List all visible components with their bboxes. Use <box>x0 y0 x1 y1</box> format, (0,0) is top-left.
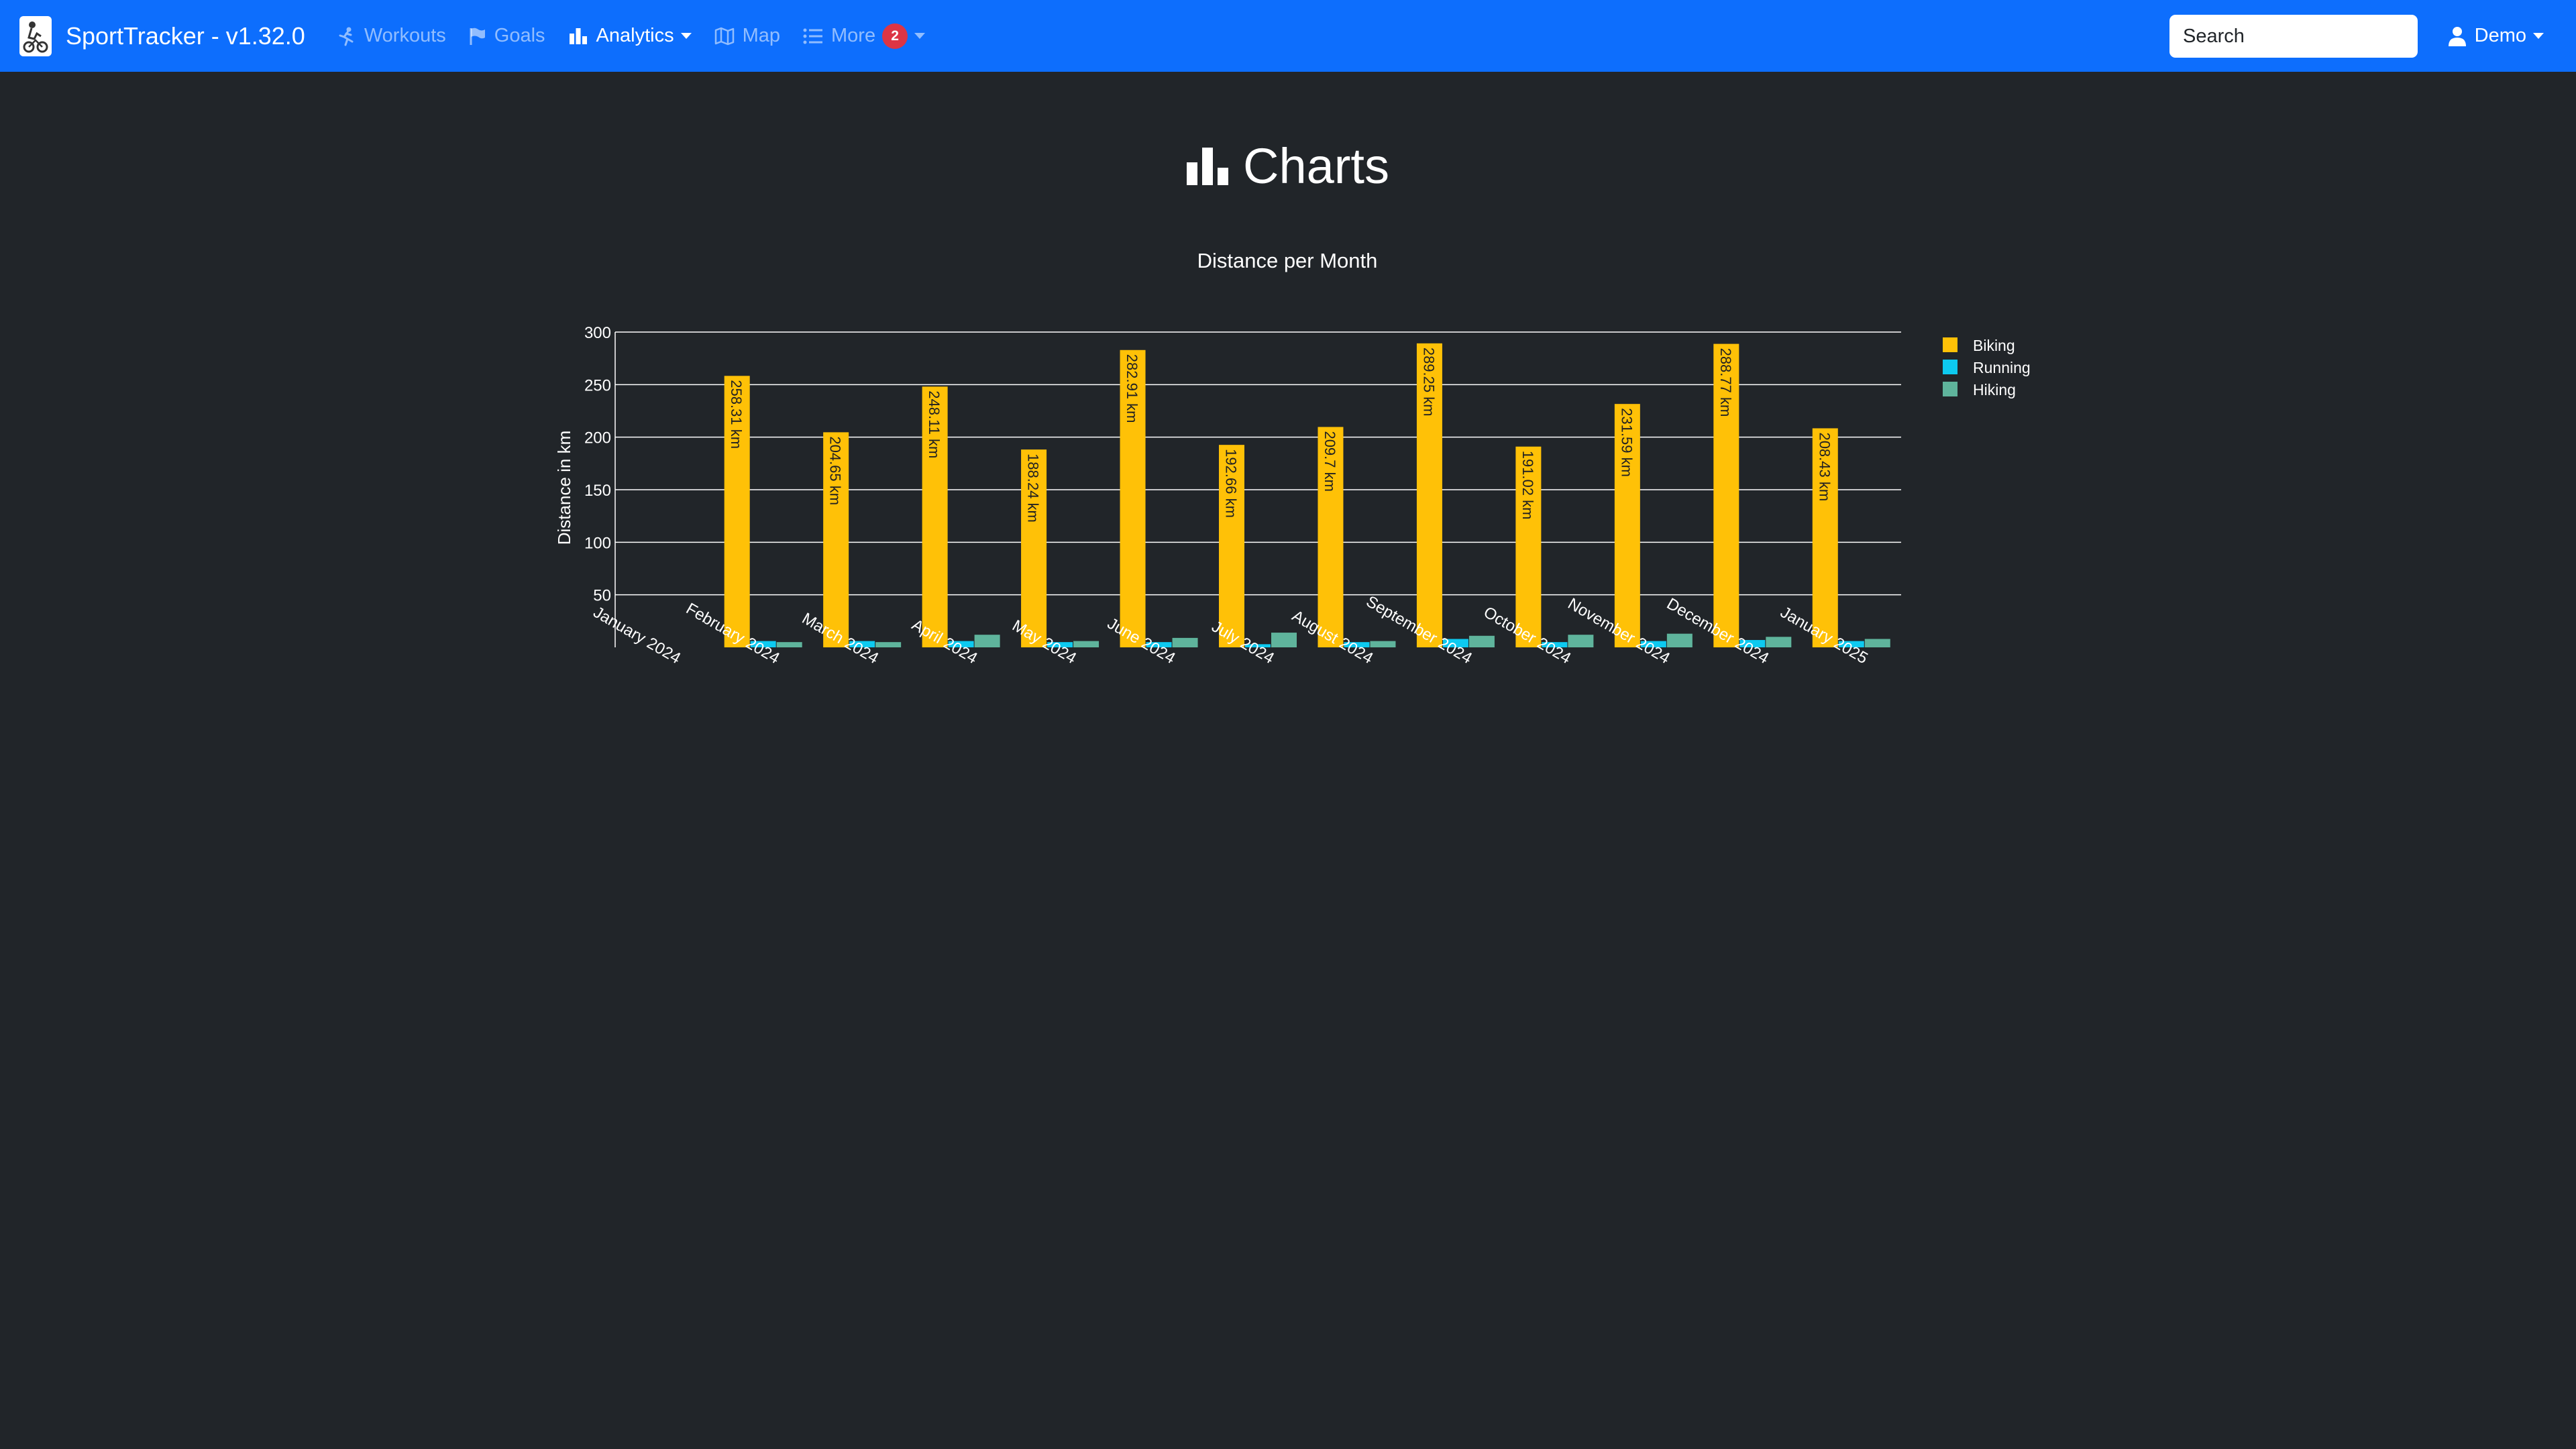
bar-hiking[interactable] <box>1568 635 1594 647</box>
legend-swatch-running <box>1943 360 1957 374</box>
bar-hiking[interactable] <box>875 642 902 647</box>
y-tick-label: 200 <box>584 429 611 447</box>
y-axis-ticks: 50 100 150 200 250 300 <box>584 324 611 605</box>
distance-per-month-chart: Distance per Month Distance in km 50 100 1… <box>554 249 2031 667</box>
bar-value-label: 288.77 km <box>1717 348 1734 417</box>
bar-hiking[interactable] <box>1766 637 1792 647</box>
bar-hiking[interactable] <box>1370 641 1396 647</box>
y-tick-label: 50 <box>593 587 611 605</box>
chart-bars <box>724 343 1890 647</box>
legend-swatch-biking <box>1943 337 1957 352</box>
bar-hiking[interactable] <box>1271 633 1297 647</box>
y-tick-label: 250 <box>584 376 611 394</box>
y-tick-label: 100 <box>584 534 611 552</box>
bar-hiking[interactable] <box>1666 633 1693 647</box>
bar-value-label: 192.66 km <box>1223 449 1240 518</box>
legend-swatch-hiking <box>1943 382 1957 396</box>
bar-data-labels: 258.31 km 204.65 km 248.11 km 188.24 km 282.… <box>728 347 1833 523</box>
bar-hiking[interactable] <box>1073 641 1099 647</box>
bar-hiking[interactable] <box>1864 639 1890 647</box>
bar-hiking[interactable] <box>1468 635 1495 647</box>
bar-value-label: 204.65 km <box>827 436 844 505</box>
bar-value-label: 258.31 km <box>728 380 745 449</box>
bar-value-label: 248.11 km <box>926 390 943 458</box>
legend-label-biking[interactable]: Biking <box>1973 337 2015 354</box>
bar-value-label: 188.24 km <box>1025 453 1042 523</box>
bar-value-label: 231.59 km <box>1618 408 1635 477</box>
legend-label-hiking[interactable]: Hiking <box>1973 381 2016 398</box>
bar-hiking[interactable] <box>776 642 802 647</box>
bar-value-label: 289.25 km <box>1420 347 1437 417</box>
chart-legend[interactable]: Biking Running Hiking <box>1943 337 2031 398</box>
y-tick-label: 300 <box>584 324 611 342</box>
legend-label-running[interactable]: Running <box>1973 359 2031 376</box>
bar-value-label: 282.91 km <box>1124 354 1140 423</box>
bar-value-label: 191.02 km <box>1519 451 1536 520</box>
bar-hiking[interactable] <box>974 635 1000 647</box>
chart-title: Distance per Month <box>1197 249 1378 272</box>
y-tick-label: 150 <box>584 482 611 500</box>
bar-hiking[interactable] <box>1172 637 1198 647</box>
y-axis-label: Distance in km <box>554 431 574 545</box>
x-tick-label: January 2024 <box>590 603 684 667</box>
bar-value-label: 208.43 km <box>1816 432 1833 501</box>
chart-grid <box>614 331 1901 647</box>
bar-value-label: 209.7 km <box>1322 431 1338 491</box>
